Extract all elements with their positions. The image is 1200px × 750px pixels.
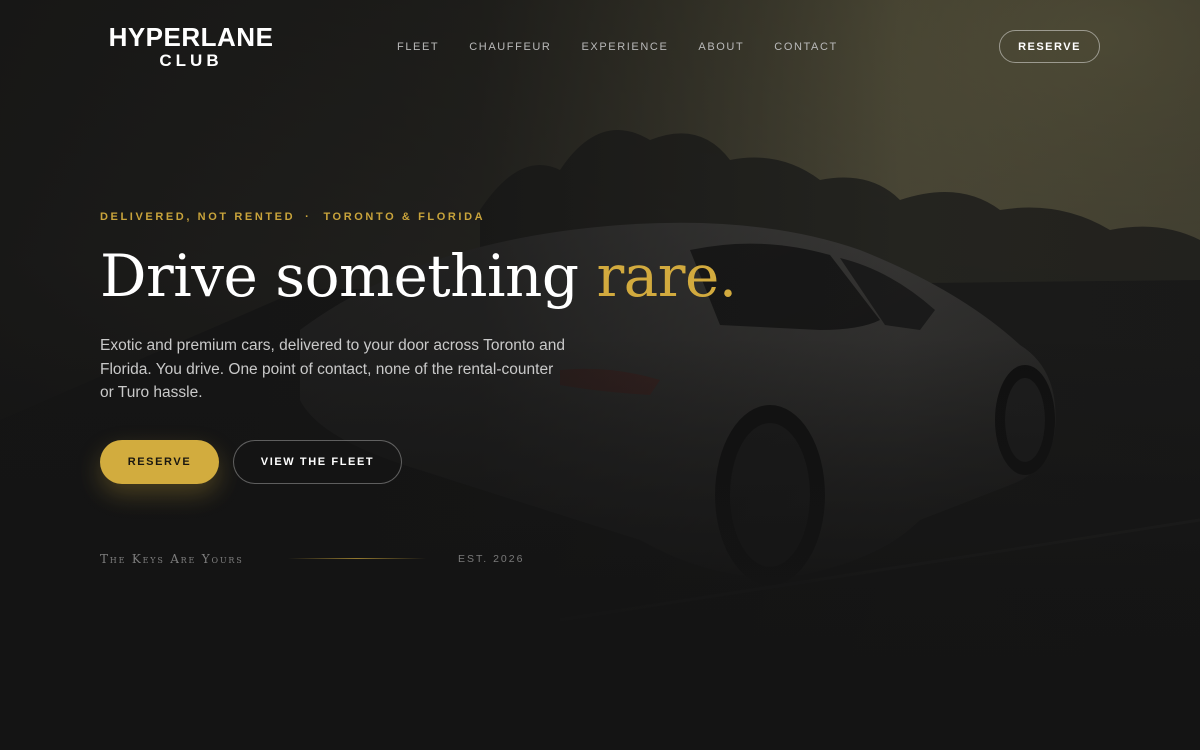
brand-logo[interactable]: HYPERLANE CLUB [108,24,274,69]
site-header: HYPERLANE CLUB FLEET CHAUFFEUR EXPERIENC… [0,0,1200,94]
hero-lead-text: Exotic and premium cars, delivered to yo… [100,337,565,401]
nav-item-chauffeur[interactable]: CHAUFFEUR [469,40,551,54]
brand-logo-line1: HYPERLANE [108,22,274,52]
eyebrow-left: DELIVERED, NOT RENTED [100,211,296,223]
established-text: EST. 2026 [458,553,525,565]
hero-title: Drive something rare. [100,240,737,312]
eyebrow-separator: · [305,211,312,223]
tagline-text: The Keys Are Yours [100,552,244,566]
hero-title-main: Drive something [100,242,579,310]
brand-logo-line2: CLUB [159,51,223,70]
main-nav: FLEET CHAUFFEUR EXPERIENCE ABOUT CONTACT [397,40,838,54]
hero-title-accent: rare. [596,242,737,310]
header-reserve-button[interactable]: RESERVE [999,30,1100,63]
nav-item-contact[interactable]: CONTACT [774,40,838,54]
nav-item-fleet[interactable]: FLEET [397,40,439,54]
tagline-divider [288,558,426,559]
nav-item-experience[interactable]: EXPERIENCE [581,40,668,54]
hero-tagline-row: The Keys Are Yours EST. 2026 [100,550,540,568]
hero-reserve-button[interactable]: RESERVE [100,440,219,484]
hero-eyebrow: DELIVERED, NOT RENTED · TORONTO & FLORIDA [100,210,485,224]
view-fleet-button[interactable]: VIEW THE FLEET [233,440,402,484]
eyebrow-right: TORONTO & FLORIDA [323,211,486,223]
nav-item-about[interactable]: ABOUT [698,40,744,54]
